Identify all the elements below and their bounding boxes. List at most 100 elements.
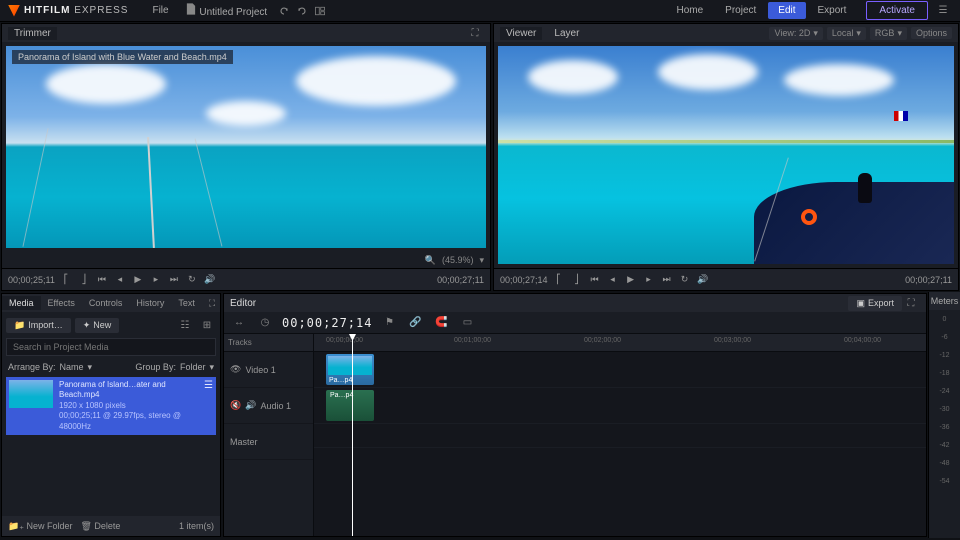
menu-icon[interactable]: ☰ bbox=[934, 2, 952, 20]
trimmer-fullscreen-icon[interactable]: ⛶ bbox=[466, 24, 484, 42]
undo-button[interactable] bbox=[275, 2, 293, 20]
zoom-out-icon[interactable]: 🔍 bbox=[425, 255, 436, 266]
import-button[interactable]: 📁 Import… bbox=[6, 318, 71, 333]
sort-row: Arrange By: Name ▾ Group By: Folder ▾ bbox=[2, 360, 220, 375]
ruler-tick: 00;04;00;00 bbox=[844, 337, 881, 344]
timecode-display[interactable]: 00;00;27;14 bbox=[282, 316, 372, 330]
chevron-down-icon[interactable]: ▾ bbox=[88, 362, 93, 373]
trimmer-tab[interactable]: Trimmer bbox=[8, 27, 57, 40]
marker-icon[interactable]: ⚑ bbox=[380, 314, 398, 332]
timeline-audio-clip[interactable]: Pa…p4 bbox=[326, 390, 374, 421]
viewer-tab[interactable]: Viewer bbox=[500, 27, 542, 40]
options-button[interactable]: Options bbox=[911, 27, 952, 39]
v-step-back-button[interactable]: ◂ bbox=[606, 273, 620, 287]
meter-mark: -54 bbox=[939, 478, 949, 485]
master-lane[interactable] bbox=[314, 424, 926, 448]
v-go-start-button[interactable]: ⏮ bbox=[588, 273, 602, 287]
playhead[interactable] bbox=[352, 334, 353, 536]
meter-mark: 0 bbox=[943, 316, 947, 323]
play-button[interactable]: ▶ bbox=[131, 273, 145, 287]
v-mark-in-button[interactable]: ⎡ bbox=[552, 273, 566, 287]
tab-history[interactable]: History bbox=[129, 296, 171, 310]
v-volume-button[interactable]: 🔊 bbox=[696, 273, 710, 287]
meter-mark: -24 bbox=[939, 388, 949, 395]
video-lane[interactable]: Pa…p4 bbox=[314, 352, 926, 388]
snap-icon[interactable]: ↔ bbox=[230, 314, 248, 332]
viewer-playback: 00;00;27;14 ⎡ ⎦ ⏮ ◂ ▶ ▸ ⏭ ↻ 🔊 00;00;27;1… bbox=[494, 268, 958, 290]
v-mark-out-button[interactable]: ⎦ bbox=[570, 273, 584, 287]
layout-button[interactable] bbox=[311, 2, 329, 20]
chevron-down-icon[interactable]: ▾ bbox=[209, 362, 214, 373]
delete-button[interactable]: 🗑 Delete bbox=[80, 521, 120, 532]
mark-in-button[interactable]: ⎡ bbox=[59, 273, 73, 287]
chevron-down-icon[interactable]: ▾ bbox=[479, 255, 484, 266]
editor-tab[interactable]: Editor bbox=[230, 298, 256, 309]
channels-dropdown[interactable]: RGB ▾ bbox=[870, 27, 907, 40]
track-area[interactable]: 00;00;00;00 00;01;00;00 00;02;00;00 00;0… bbox=[314, 334, 926, 536]
loop-button[interactable]: ↻ bbox=[185, 273, 199, 287]
trimmer-preview[interactable]: Panorama of Island with Blue Water and B… bbox=[6, 46, 486, 248]
media-item-options-icon[interactable]: ☰ bbox=[204, 380, 213, 432]
media-search-input[interactable] bbox=[6, 338, 216, 356]
viewer-panel: Viewer Layer View: 2D ▾ Local ▾ RGB ▾ Op… bbox=[493, 23, 959, 291]
list-view-icon[interactable]: ☷ bbox=[176, 316, 194, 334]
timeline-ruler[interactable]: 00;00;00;00 00;01;00;00 00;02;00;00 00;0… bbox=[314, 334, 926, 352]
new-folder-button[interactable]: 📁₊ New Folder bbox=[8, 521, 72, 532]
grid-view-icon[interactable]: ⊞ bbox=[198, 316, 216, 334]
item-count: 1 item(s) bbox=[179, 521, 214, 531]
v-go-end-button[interactable]: ⏭ bbox=[660, 273, 674, 287]
arrange-value[interactable]: Name bbox=[60, 362, 84, 373]
project-title[interactable]: Untitled Project bbox=[177, 3, 276, 18]
arrange-label: Arrange By: bbox=[8, 362, 56, 373]
editor-export-button[interactable]: ▣ Export bbox=[848, 296, 902, 311]
magnet-icon[interactable]: 🧲 bbox=[432, 314, 450, 332]
view-mode-dropdown[interactable]: View: 2D ▾ bbox=[769, 27, 822, 40]
video-track-label[interactable]: 👁 Video 1 bbox=[224, 352, 313, 388]
audio-track-label[interactable]: 🔇 🔊 Audio 1 bbox=[224, 388, 313, 424]
nav-edit[interactable]: Edit bbox=[768, 2, 805, 19]
v-play-button[interactable]: ▶ bbox=[624, 273, 638, 287]
speaker-icon[interactable]: 🔊 bbox=[245, 400, 256, 411]
nav-export[interactable]: Export bbox=[808, 2, 857, 19]
activate-button[interactable]: Activate bbox=[866, 1, 928, 20]
timeline-video-clip[interactable]: Pa…p4 bbox=[326, 354, 374, 385]
media-tabs: Media Effects Controls History Text ⛶ bbox=[2, 294, 220, 312]
clock-icon[interactable]: ◷ bbox=[256, 314, 274, 332]
layer-tab[interactable]: Layer bbox=[548, 27, 585, 40]
media-item[interactable]: Panorama of Island…ater and Beach.mp4 19… bbox=[6, 377, 216, 435]
redo-button[interactable] bbox=[293, 2, 311, 20]
mark-out-button[interactable]: ⎦ bbox=[77, 273, 91, 287]
nav-home[interactable]: Home bbox=[666, 2, 713, 19]
new-button[interactable]: ✦ New bbox=[75, 318, 120, 333]
link-icon[interactable]: 🔗 bbox=[406, 314, 424, 332]
tab-effects[interactable]: Effects bbox=[41, 296, 82, 310]
tab-text[interactable]: Text bbox=[171, 296, 202, 310]
step-back-button[interactable]: ◂ bbox=[113, 273, 127, 287]
meter-scale: 0 -6 -12 -18 -24 -30 -36 -42 -48 -54 bbox=[929, 310, 960, 485]
eye-icon[interactable]: 👁 bbox=[230, 364, 241, 375]
nav-project[interactable]: Project bbox=[715, 2, 766, 19]
tool-icon[interactable]: ▭ bbox=[458, 314, 476, 332]
viewer-preview[interactable] bbox=[498, 46, 954, 264]
media-thumbnail bbox=[9, 380, 53, 408]
volume-button[interactable]: 🔊 bbox=[203, 273, 217, 287]
group-value[interactable]: Folder bbox=[180, 362, 206, 373]
v-step-fwd-button[interactable]: ▸ bbox=[642, 273, 656, 287]
meter-mark: -6 bbox=[941, 334, 947, 341]
go-end-button[interactable]: ⏭ bbox=[167, 273, 181, 287]
mute-icon[interactable]: 🔇 bbox=[230, 400, 241, 411]
menu-file[interactable]: File bbox=[144, 5, 176, 16]
tab-controls[interactable]: Controls bbox=[82, 296, 130, 310]
media-fullscreen-icon[interactable]: ⛶ bbox=[202, 296, 222, 311]
master-track-label[interactable]: Master bbox=[224, 424, 313, 460]
space-dropdown[interactable]: Local ▾ bbox=[827, 27, 866, 40]
go-start-button[interactable]: ⏮ bbox=[95, 273, 109, 287]
editor-fullscreen-icon[interactable]: ⛶ bbox=[902, 294, 920, 312]
v-loop-button[interactable]: ↻ bbox=[678, 273, 692, 287]
ruler-tick: 00;02;00;00 bbox=[584, 337, 621, 344]
zoom-value: (45.9%) bbox=[442, 255, 474, 265]
tab-media[interactable]: Media bbox=[2, 296, 41, 310]
step-fwd-button[interactable]: ▸ bbox=[149, 273, 163, 287]
audio-lane[interactable]: Pa…p4 bbox=[314, 388, 926, 424]
meter-mark: -30 bbox=[939, 406, 949, 413]
